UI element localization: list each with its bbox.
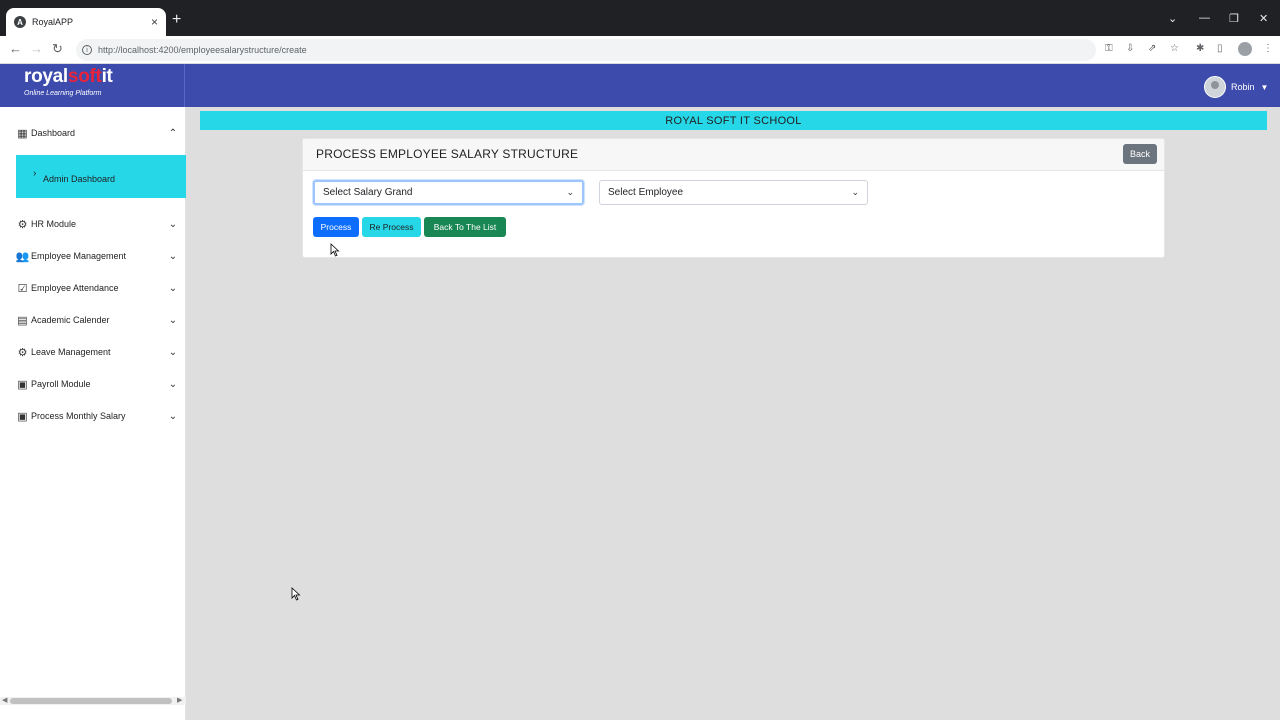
scroll-left-icon[interactable]: ◀	[2, 696, 7, 704]
extensions-icon[interactable]: ✱	[1196, 43, 1204, 55]
mouse-cursor-icon	[330, 243, 340, 257]
sidebar-item-process-monthly-salary[interactable]: ▣ Process Monthly Salary ⌄	[16, 406, 178, 426]
mouse-cursor-icon	[291, 587, 301, 601]
back-button[interactable]: Back	[1123, 144, 1157, 164]
sidebar-item-payroll-module[interactable]: ▣ Payroll Module ⌄	[16, 374, 178, 394]
sidebar-item-label: Payroll Module	[31, 379, 91, 389]
share-icon[interactable]: ⇗	[1148, 43, 1156, 55]
salary-grade-value: Select Salary Grand	[323, 187, 413, 198]
sidebar-subitem-admin-dashboard[interactable]: › Admin Dashboard	[16, 155, 186, 198]
chevron-up-icon: ⌃	[168, 127, 178, 139]
chevron-down-icon: ⌄	[168, 410, 178, 422]
logo-text-soft: soft	[67, 66, 102, 87]
caret-down-icon: ▼	[1260, 82, 1269, 92]
reload-icon[interactable]: ↻	[52, 42, 63, 56]
sidebar-horizontal-scrollbar[interactable]: ◀ ▶	[0, 697, 186, 705]
sidebar-subitem-label: Admin Dashboard	[43, 174, 116, 184]
bookmark-star-icon[interactable]: ☆	[1170, 43, 1179, 55]
sidebar-item-employee-attendance[interactable]: ☑ Employee Attendance ⌄	[16, 278, 178, 298]
scrollbar-thumb[interactable]	[10, 698, 172, 704]
menu-dots-icon[interactable]: ⋮	[1263, 43, 1273, 55]
sidebar-item-label: Dashboard	[31, 128, 76, 138]
scroll-right-icon[interactable]: ▶	[177, 696, 182, 704]
profile-icon[interactable]	[1238, 42, 1252, 56]
install-icon[interactable]: ⇩	[1126, 43, 1134, 55]
chevron-down-icon: ⌄	[566, 187, 574, 197]
app-header	[0, 64, 1280, 107]
process-button[interactable]: Process	[313, 217, 359, 237]
header-divider	[184, 64, 185, 107]
people-icon: 👥	[15, 250, 30, 263]
address-bar[interactable]: i http://localhost:4200/employeesalaryst…	[76, 39, 1096, 61]
calendar-check-icon: ☑	[17, 282, 28, 295]
page-title: PROCESS EMPLOYEE SALARY STRUCTURE	[316, 147, 579, 161]
minimize-icon[interactable]: —	[1199, 12, 1210, 24]
url-text: http://localhost:4200/employeesalarystru…	[98, 45, 307, 55]
close-tab-icon[interactable]: ×	[151, 15, 158, 29]
gear-icon: ⚙	[17, 346, 28, 359]
angular-favicon-icon: A	[14, 16, 26, 28]
chevron-down-icon: ⌄	[168, 314, 178, 326]
chevron-down-icon: ⌄	[168, 218, 178, 230]
back-to-list-button[interactable]: Back To The List	[424, 217, 506, 237]
chevron-right-icon: ›	[33, 168, 37, 179]
employee-value: Select Employee	[608, 187, 684, 198]
sidebar-item-hr-module[interactable]: ⚙ HR Module ⌄	[16, 214, 178, 234]
browser-tab[interactable]: A RoyalAPP ×	[6, 8, 166, 36]
logo-tagline: Online Learning Platform	[24, 90, 102, 97]
reprocess-button[interactable]: Re Process	[362, 217, 421, 237]
logo[interactable]: royalsoftit Online Learning Platform	[24, 66, 113, 98]
chevron-down-icon: ⌄	[168, 378, 178, 390]
key-icon[interactable]: ⚿	[1105, 43, 1113, 55]
side-panel-icon[interactable]: ▯	[1217, 43, 1223, 55]
logo-text-royal: royal	[24, 66, 68, 87]
user-menu[interactable]: Robin ▼	[1204, 76, 1268, 98]
salary-structure-card: PROCESS EMPLOYEE SALARY STRUCTURE Back S…	[302, 138, 1165, 258]
sidebar-item-label: Leave Management	[31, 347, 111, 357]
close-window-icon[interactable]: ✕	[1259, 12, 1268, 25]
sidebar: ▦ Dashboard ⌃ › Admin Dashboard ⚙ HR Mod…	[0, 107, 186, 720]
sidebar-item-label: Academic Calender	[31, 315, 110, 325]
sidebar-item-label: Employee Management	[31, 251, 127, 261]
sidebar-item-label: HR Module	[31, 219, 77, 229]
chevron-down-icon: ⌄	[851, 187, 859, 197]
forward-arrow-icon[interactable]: →	[30, 42, 43, 56]
employee-select[interactable]: Select Employee ⌄	[599, 180, 868, 205]
sidebar-item-employee-management[interactable]: 👥 Employee Management ⌄	[16, 246, 178, 266]
tab-search-icon[interactable]: ⌄	[1168, 12, 1177, 25]
money-icon: ▣	[17, 378, 28, 391]
hr-icon: ⚙	[17, 218, 28, 231]
new-tab-icon[interactable]: +	[172, 12, 181, 28]
money-icon: ▣	[17, 410, 28, 423]
sidebar-item-dashboard[interactable]: ▦ Dashboard ⌃	[16, 123, 178, 143]
chevron-down-icon: ⌄	[168, 346, 178, 358]
salary-grade-select[interactable]: Select Salary Grand ⌄	[313, 180, 584, 205]
card-header: PROCESS EMPLOYEE SALARY STRUCTURE Back	[303, 139, 1164, 171]
avatar	[1204, 76, 1226, 98]
browser-toolbar: ← → ↻ i http://localhost:4200/employeesa…	[0, 36, 1280, 64]
school-banner: ROYAL SOFT IT SCHOOL	[200, 111, 1267, 130]
browser-tab-bar: A RoyalAPP × + ⌄ — ❐ ✕	[0, 0, 1280, 36]
info-icon[interactable]: i	[82, 45, 92, 55]
tab-title: RoyalAPP	[32, 17, 74, 27]
sidebar-item-leave-management[interactable]: ⚙ Leave Management ⌄	[16, 342, 178, 362]
logo-text-it: it	[101, 66, 113, 87]
chevron-down-icon: ⌄	[168, 250, 178, 262]
sidebar-item-label: Process Monthly Salary	[31, 411, 126, 421]
chevron-down-icon: ⌄	[168, 282, 178, 294]
user-name: Robin	[1231, 82, 1255, 92]
back-arrow-icon[interactable]: ←	[9, 42, 22, 56]
restore-icon[interactable]: ❐	[1229, 12, 1239, 25]
sidebar-item-label: Employee Attendance	[31, 283, 119, 293]
dashboard-icon: ▦	[17, 127, 28, 140]
sidebar-item-academic-calender[interactable]: ▤ Academic Calender ⌄	[16, 310, 178, 330]
calendar-icon: ▤	[17, 314, 28, 327]
